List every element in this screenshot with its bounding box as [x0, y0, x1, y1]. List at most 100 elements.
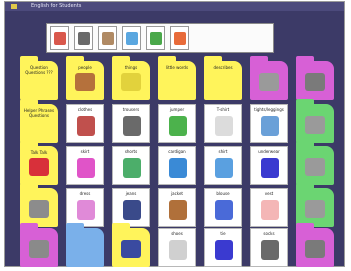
cell-label: jeans	[125, 191, 137, 196]
folder-button[interactable]: Talk Talk	[20, 141, 58, 185]
word-button[interactable]: underwear	[250, 146, 288, 185]
picture-icon	[305, 158, 325, 176]
folder-tab	[20, 141, 38, 148]
shirt-icon	[215, 158, 233, 178]
word-button[interactable]: socks	[250, 228, 288, 267]
keyboard-icon	[29, 200, 49, 218]
folder-button[interactable]	[66, 223, 104, 267]
toolbox-icon	[29, 240, 49, 258]
cell-label: clothes	[77, 107, 93, 112]
folder-tab	[66, 223, 84, 230]
folder-button[interactable]	[250, 56, 288, 100]
framed-picture-icon	[150, 32, 162, 45]
word-button[interactable]: T-shirt	[204, 104, 242, 143]
underwear-icon	[261, 158, 279, 178]
word-button[interactable]: shorts	[112, 146, 150, 185]
folder-tab	[296, 141, 314, 148]
strip-slot[interactable]	[122, 26, 141, 50]
folder-tab	[296, 223, 314, 230]
people-icon	[75, 73, 95, 91]
skirt-icon	[77, 158, 95, 178]
cell-label: socks	[263, 231, 275, 236]
cell-label: trousers	[122, 107, 140, 112]
lips-icon	[29, 158, 49, 176]
cell-label: jumper	[169, 107, 185, 112]
word-button[interactable]: shoes	[158, 228, 196, 267]
folder-button[interactable]: Helper Phrases Questions	[20, 99, 58, 143]
cell-label: things	[124, 65, 138, 70]
picture-icon	[305, 116, 325, 134]
jacket-icon	[169, 200, 187, 220]
strip-slot[interactable]	[50, 26, 69, 50]
word-button[interactable]: vest	[250, 188, 288, 227]
folder-button[interactable]: people	[66, 56, 104, 100]
cell-label: Helper Phrases Questions	[23, 108, 55, 118]
blouse-icon	[215, 200, 233, 220]
folder-button[interactable]	[296, 141, 334, 185]
word-button[interactable]: skirt	[66, 146, 104, 185]
word-button[interactable]: cardigan	[158, 146, 196, 185]
strip-slot[interactable]	[146, 26, 165, 50]
folder-tab	[296, 99, 314, 106]
cell-label: tie	[220, 231, 226, 236]
word-button[interactable]: blouse	[204, 188, 242, 227]
strip-slot[interactable]	[98, 26, 117, 50]
jumper-icon	[169, 116, 187, 136]
word-button[interactable]: tights/leggings	[250, 104, 288, 143]
compass-icon	[121, 240, 141, 258]
folder-button[interactable]: describes	[204, 56, 242, 100]
folder-button[interactable]	[20, 183, 58, 227]
word-button[interactable]: dress	[66, 188, 104, 227]
strip-slot[interactable]	[170, 26, 189, 50]
folder-tab	[112, 223, 130, 230]
clothing-icon	[126, 32, 138, 45]
word-button[interactable]: tie	[204, 228, 242, 267]
picture-icon	[305, 200, 325, 218]
strip-slot[interactable]	[74, 26, 93, 50]
picture-icon	[259, 73, 279, 91]
folder-tab	[296, 183, 314, 190]
folder-button[interactable]	[20, 223, 58, 267]
cell-label: Talk Talk	[30, 150, 48, 155]
folder-button[interactable]	[296, 99, 334, 143]
cell-label: describes	[213, 65, 233, 70]
folder-tab	[20, 99, 38, 106]
vest-icon	[261, 200, 279, 220]
tshirt-icon	[215, 116, 233, 136]
folder-tab	[204, 56, 222, 63]
folder-button[interactable]	[112, 223, 150, 267]
cell-label: T-shirt	[216, 107, 230, 112]
folder-button[interactable]: Question Questions ???	[20, 56, 58, 100]
colorful-ball-icon	[174, 32, 186, 45]
folder-tab	[20, 183, 38, 190]
folder-button[interactable]	[296, 56, 334, 100]
word-button[interactable]: trousers	[112, 104, 150, 143]
message-bar[interactable]	[46, 23, 274, 53]
word-button[interactable]: jeans	[112, 188, 150, 227]
cardigan-icon	[169, 158, 187, 178]
folder-button[interactable]	[296, 183, 334, 227]
cell-label: underwear	[258, 149, 280, 154]
word-button[interactable]: jacket	[158, 188, 196, 227]
cell-label: people	[78, 65, 92, 70]
app-icon	[11, 4, 17, 9]
word-button[interactable]: clothes	[66, 104, 104, 143]
word-button[interactable]: jumper	[158, 104, 196, 143]
folder-button[interactable]: things	[112, 56, 150, 100]
cell-label: tights/leggings	[254, 107, 284, 112]
folder-button[interactable]: little words	[158, 56, 196, 100]
title-bar: English for Students	[5, 2, 344, 11]
socks-icon	[261, 240, 279, 260]
shoes-icon	[169, 240, 187, 260]
cell-label: dress	[79, 191, 91, 196]
folder-button[interactable]	[296, 223, 334, 267]
folder-tab	[250, 56, 268, 63]
folder-tab	[112, 56, 130, 63]
things-icon	[121, 73, 141, 91]
folder-tab	[20, 223, 38, 230]
shorts-icon	[123, 158, 141, 178]
clothes-pile-icon	[77, 116, 95, 136]
dress-icon	[77, 200, 95, 220]
word-button[interactable]: shirt	[204, 146, 242, 185]
folder-tab	[66, 56, 84, 63]
